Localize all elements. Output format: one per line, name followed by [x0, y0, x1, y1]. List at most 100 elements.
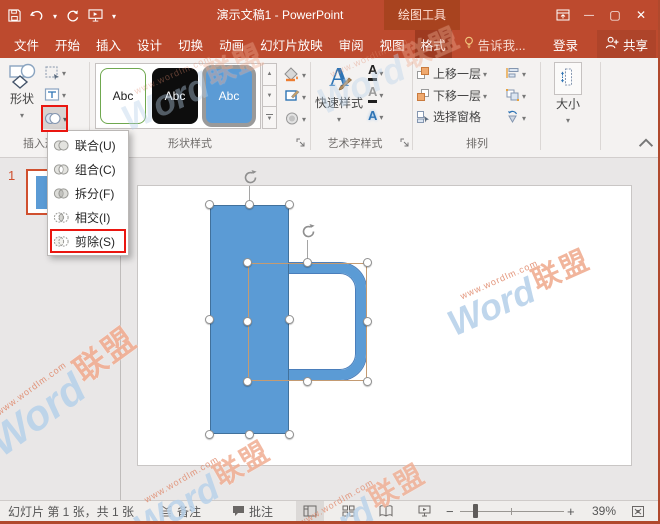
undo-icon[interactable]: [30, 9, 44, 21]
menu-item-fragment[interactable]: 拆分(F): [48, 181, 128, 205]
collapse-ribbon-icon[interactable]: [638, 136, 654, 150]
gallery-scroll-down-icon[interactable]: [262, 86, 277, 108]
comments-button[interactable]: 批注: [232, 501, 273, 521]
slide-sorter-view-button[interactable]: [334, 501, 362, 521]
wordart-dialog-launcher-icon[interactable]: [400, 138, 410, 148]
selection-handle[interactable]: [303, 258, 312, 267]
zoom-level[interactable]: 39%: [584, 501, 616, 521]
group-objects-button[interactable]: [505, 86, 526, 104]
shape-outline-caret-icon: [302, 87, 306, 105]
tab-design[interactable]: 设计: [131, 30, 168, 58]
zoom-slider-thumb[interactable]: [473, 504, 478, 518]
rotate-handle-icon[interactable]: [300, 223, 317, 240]
close-button[interactable]: [628, 0, 654, 30]
selection-handle[interactable]: [243, 317, 252, 326]
selection-handle[interactable]: [245, 200, 254, 209]
undo-dropdown-caret-icon[interactable]: [53, 6, 57, 24]
text-effects-button[interactable]: A: [368, 107, 383, 125]
shape-styles-dialog-launcher-icon[interactable]: [296, 138, 306, 148]
gallery-scroll: [262, 63, 277, 129]
shape-outline-button[interactable]: [284, 87, 306, 105]
quick-access-toolbar: [8, 0, 116, 30]
selection-handle[interactable]: [205, 200, 214, 209]
tab-format[interactable]: 格式: [415, 30, 452, 58]
fragment-label: 拆分(F): [75, 185, 114, 202]
shapes-icon: [8, 62, 36, 90]
start-slideshow-icon[interactable]: [88, 9, 103, 22]
send-backward-button[interactable]: 下移一层: [416, 86, 487, 104]
selection-handle[interactable]: [303, 377, 312, 386]
notes-button[interactable]: 备注: [160, 501, 201, 521]
rotate-handle-icon[interactable]: [242, 169, 259, 186]
redo-icon[interactable]: [66, 9, 79, 22]
normal-view-button[interactable]: [296, 501, 324, 521]
size-button[interactable]: 大小: [546, 62, 590, 126]
bring-forward-button[interactable]: 上移一层: [416, 64, 487, 82]
text-outline-icon: A: [368, 85, 377, 102]
intersect-label: 相交(I): [75, 209, 110, 226]
selection-handle[interactable]: [285, 430, 294, 439]
selection-handle[interactable]: [205, 430, 214, 439]
text-box-button[interactable]: [44, 85, 66, 103]
selection-pane-button[interactable]: 选择窗格: [416, 108, 481, 125]
tab-view[interactable]: 视图: [374, 30, 411, 58]
sign-in-button[interactable]: 登录: [545, 30, 586, 58]
shape-outline-icon: [284, 89, 300, 104]
shapes-gallery-button[interactable]: 形状: [2, 62, 42, 121]
minimize-button[interactable]: [576, 0, 602, 30]
share-button[interactable]: 共享: [597, 30, 656, 58]
rotate-objects-icon: [505, 110, 520, 124]
size-label: 大小: [556, 95, 580, 112]
selection-handle[interactable]: [205, 315, 214, 324]
zoom-out-button[interactable]: [446, 501, 454, 521]
annotation-box-merge-button: [41, 105, 68, 132]
tab-review[interactable]: 审阅: [333, 30, 370, 58]
align-icon: [505, 66, 520, 80]
menu-item-union[interactable]: 联合(U): [48, 133, 128, 157]
fit-to-window-button[interactable]: [624, 501, 652, 521]
menu-item-combine[interactable]: 组合(C): [48, 157, 128, 181]
tab-file[interactable]: 文件: [8, 30, 45, 58]
thumbnail-rect-shape: [36, 176, 47, 209]
text-outline-button[interactable]: A: [368, 85, 383, 103]
shape-style-tile-2[interactable]: Abc: [152, 68, 198, 124]
menu-item-intersect[interactable]: 相交(I): [48, 205, 128, 229]
align-caret-icon: [522, 64, 526, 82]
group-label-wordart: 艺术字样式: [312, 136, 398, 152]
tab-transitions[interactable]: 切换: [172, 30, 209, 58]
shape-style-tile-3-selected[interactable]: Abc: [202, 65, 256, 127]
customize-qat-caret-icon[interactable]: [112, 6, 116, 24]
selection-handle[interactable]: [285, 200, 294, 209]
tab-insert[interactable]: 插入: [90, 30, 127, 58]
selection-handle[interactable]: [363, 377, 372, 386]
tell-me-box[interactable]: 告诉我...: [464, 30, 526, 58]
quick-styles-button[interactable]: A 快速样式: [314, 62, 364, 125]
rotate-objects-button[interactable]: [505, 108, 526, 126]
maximize-button[interactable]: [602, 0, 628, 30]
window-controls: [550, 0, 654, 30]
edit-shape-button[interactable]: [44, 63, 66, 81]
selection-handle[interactable]: [245, 430, 254, 439]
slideshow-view-button[interactable]: [410, 501, 438, 521]
align-button[interactable]: [505, 64, 526, 82]
reading-view-button[interactable]: [372, 501, 400, 521]
selection-handle[interactable]: [243, 377, 252, 386]
selection-handle[interactable]: [243, 258, 252, 267]
selection-handle[interactable]: [363, 317, 372, 326]
save-icon[interactable]: [8, 9, 21, 22]
tab-slideshow[interactable]: 幻灯片放映: [254, 30, 329, 58]
shape-style-tile-1[interactable]: Abc: [100, 68, 146, 124]
zoom-in-button[interactable]: [567, 501, 575, 521]
shape-effects-button[interactable]: [284, 109, 306, 127]
tab-animations[interactable]: 动画: [213, 30, 250, 58]
ribbon-display-options-icon[interactable]: [550, 0, 576, 30]
gallery-more-icon[interactable]: [262, 107, 277, 129]
text-fill-button[interactable]: A: [368, 63, 383, 81]
selection-handle[interactable]: [363, 258, 372, 267]
selection-handle[interactable]: [285, 315, 294, 324]
shape-fill-button[interactable]: [284, 65, 306, 83]
tab-home[interactable]: 开始: [49, 30, 86, 58]
send-backward-icon: [416, 88, 430, 102]
gallery-scroll-up-icon[interactable]: [262, 63, 277, 86]
group-separator: [310, 62, 311, 150]
